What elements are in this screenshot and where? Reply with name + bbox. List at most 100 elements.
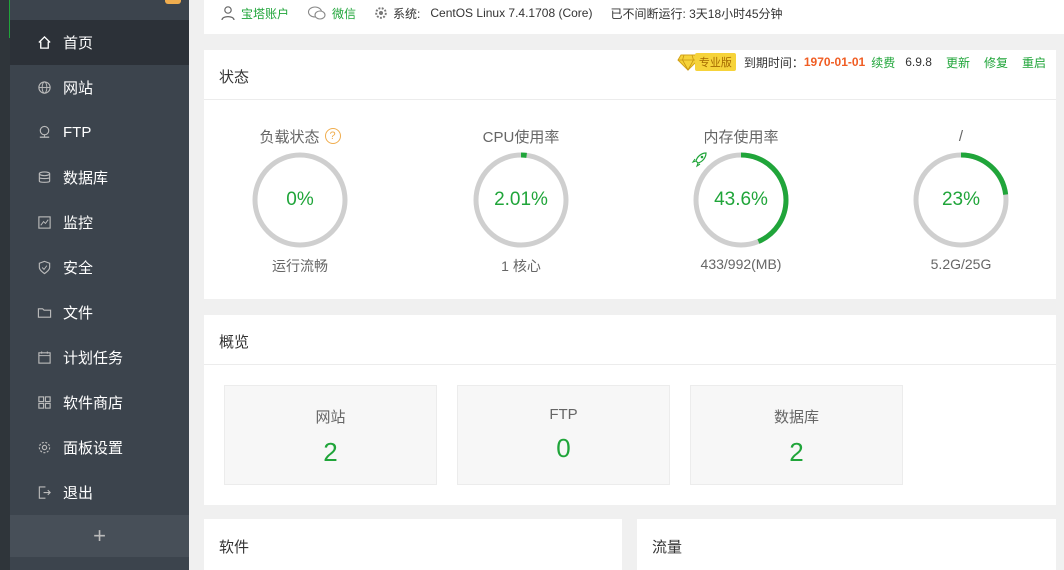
gauge-subtext: 运行流畅 [272,258,328,274]
gauge-subtext: 1 核心 [501,258,541,274]
traffic-panel: 流量 [637,519,1056,570]
overview-card-label: FTP [549,406,578,423]
system-value: CentOS Linux 7.4.1708 (Core) [430,6,593,20]
gauge-ring[interactable]: 2.01% [471,150,571,250]
sidebar-item-label: 文件 [63,305,94,322]
monitor-icon [36,215,52,231]
restart-link[interactable]: 重启 [1022,54,1046,71]
version-text: 6.9.8 [905,55,932,69]
gauge-label: CPU使用率 [482,128,560,146]
gauge-label-wrap: / [871,126,1051,146]
expire-date: 1970-01-01 [803,55,866,69]
sidebar-item-files[interactable]: 文件 [10,290,189,335]
sidebar-item-label: 面板设置 [63,440,124,457]
gauge-label: 负载状态 [259,128,320,146]
sidebar-item-website[interactable]: 网站 [10,65,189,110]
folder-icon [36,305,52,321]
cpu-gauge: CPU使用率 2.01% 1 核心 [431,126,611,276]
sidebar-item-label: 数据库 [63,170,109,187]
update-link[interactable]: 更新 [946,54,970,71]
gauge-value: 0% [286,189,314,210]
gear-icon [375,7,387,19]
globe-icon [36,80,52,96]
calendar-icon [36,350,52,366]
status-toolbar: 专业版 到期时间： 1970-01-01 续费 6.9.8 更新 修复 重启 [677,53,1046,71]
expire-label: 到期时间： [743,55,804,70]
gauge-label: / [958,127,964,145]
software-title: 软件 [219,539,250,556]
gauge-ring[interactable]: 23% [911,150,1011,250]
gauge-subtext: 433/992(MB) [700,256,782,272]
ftp-icon [36,125,52,141]
overview-card-label: 网站 [315,409,346,426]
disk-gauge: / 23% 5.2G/25G [871,126,1051,272]
gauge-ring[interactable]: 0% [250,150,350,250]
sidebar: 首页 网站 FTP 数据库 监控 安全 文件 计划任务 软件商店 面板设置 退出… [10,0,189,570]
gauge-label-wrap: CPU使用率 [431,126,611,146]
overview-card-value: 2 [323,437,338,467]
uptime-text: 已不间断运行: 3天18小时45分钟 [610,6,783,21]
gauge-value: 23% [941,189,981,210]
sidebar-item-label: 网站 [63,80,94,97]
logout-icon [36,485,52,501]
renew-link[interactable]: 续费 [871,54,895,71]
status-divider [204,99,1056,100]
overview-card-label: 数据库 [773,409,819,426]
gauge-subtext: 5.2G/25G [930,256,992,272]
memory-gauge: 内存使用率 43.6% 433/992(MB) [651,126,831,272]
system-info: 系统: CentOS Linux 7.4.1708 (Core) [374,5,592,22]
overview-card-value: 2 [789,437,804,467]
sidebar-item-store[interactable]: 软件商店 [10,380,189,425]
shield-icon [36,260,52,276]
help-icon[interactable]: ? [324,128,341,144]
account-link[interactable]: 宝塔账户 [220,5,289,22]
sidebar-item-label: 首页 [63,35,94,52]
overview-card-database[interactable]: 数据库 2 [690,385,903,485]
sidebar-item-label: FTP [63,124,92,141]
edge-strip [0,0,11,570]
wechat-link[interactable]: 微信 [307,5,356,22]
overview-divider [204,364,1056,365]
home-icon [36,35,52,51]
sidebar-item-cron[interactable]: 计划任务 [10,335,189,380]
sidebar-item-label: 软件商店 [63,395,124,412]
grid-icon [36,395,52,411]
wechat-icon [307,6,326,20]
gauge-value: 2.01% [494,189,548,210]
sidebar-item-ftp[interactable]: FTP [10,110,189,155]
notification-badge [165,0,181,4]
status-panel: 状态 专业版 到期时间： 1970-01-01 续费 6.9.8 更新 修复 重… [204,50,1056,299]
overview-title: 概览 [219,334,250,351]
gauge-ring[interactable]: 43.6% [691,150,791,250]
overview-card-value: 0 [556,433,571,463]
sidebar-item-label: 退出 [63,485,94,502]
sidebar-item-settings[interactable]: 面板设置 [10,425,189,470]
gauge-value: 43.6% [714,189,768,210]
sidebar-item-home[interactable]: 首页 [10,20,189,65]
sidebar-item-database[interactable]: 数据库 [10,155,189,200]
traffic-title: 流量 [652,539,683,556]
sidebar-item-label: 计划任务 [63,350,124,367]
database-icon [36,170,52,186]
pro-edition[interactable]: 专业版 [677,53,736,71]
load-gauge: 负载状态 ? 0% 运行流畅 [210,126,390,276]
gauge-label-wrap: 内存使用率 [651,126,831,146]
software-panel: 软件 [204,519,622,570]
user-icon [221,6,235,21]
overview-card-ftp[interactable]: FTP 0 [457,385,670,485]
account-label: 宝塔账户 [241,6,290,21]
sidebar-item-label: 监控 [63,215,94,232]
sidebar-item-monitor[interactable]: 监控 [10,200,189,245]
overview-panel: 概览 网站 2 FTP 0 数据库 2 [204,315,1056,505]
add-shortcut-button[interactable]: + [10,515,189,557]
system-label: 系统: [393,6,421,21]
wechat-label: 微信 [332,6,357,21]
sidebar-item-logout[interactable]: 退出 [10,470,189,515]
repair-link[interactable]: 修复 [984,54,1008,71]
gear-icon [36,440,52,456]
status-title: 状态 [219,69,250,86]
sidebar-item-security[interactable]: 安全 [10,245,189,290]
overview-card-website[interactable]: 网站 2 [224,385,437,485]
top-info-bar: 宝塔账户 微信 系统: CentOS Linux 7.4.1708 (Core)… [204,0,1064,34]
gauge-label-wrap: 负载状态 ? [210,126,390,146]
